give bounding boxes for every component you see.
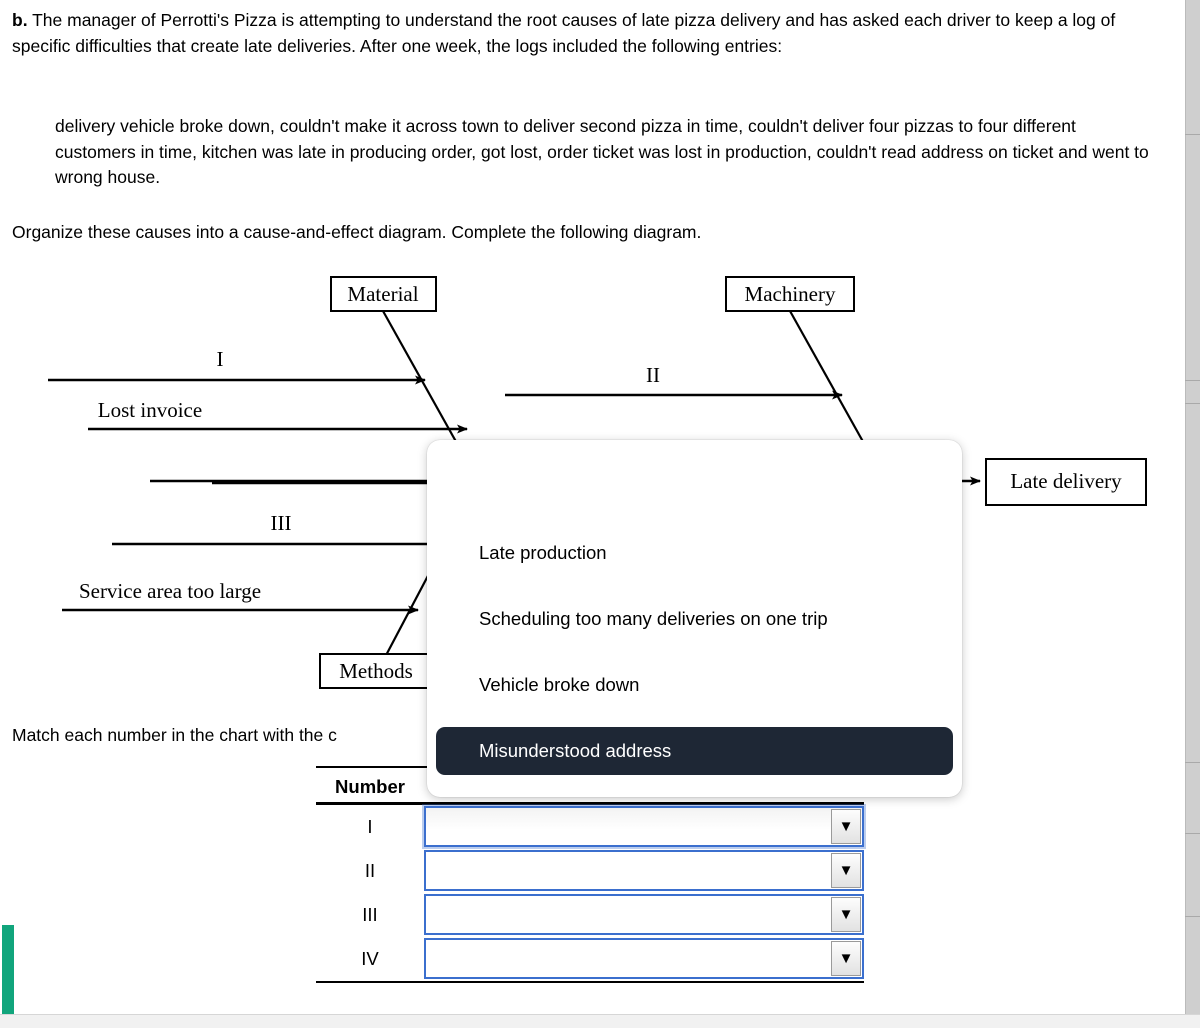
- row-number-4: IV: [361, 948, 379, 969]
- vertical-scrollbar-track[interactable]: [1185, 0, 1200, 1014]
- page-canvas: b. The manager of Perrotti's Pizza is at…: [0, 0, 1200, 1028]
- category-label-methods: Methods: [339, 659, 413, 683]
- category-label-material: Material: [347, 282, 418, 306]
- table-row: IV ▼: [316, 937, 864, 981]
- table-bottom-rule: [316, 981, 864, 983]
- row-number-3: III: [362, 904, 378, 925]
- scrollbar-tick: [1185, 833, 1200, 834]
- dropdown-option-3[interactable]: Misunderstood address: [436, 727, 953, 775]
- category-box-machinery: Machinery: [725, 276, 855, 312]
- effect-box-label: Late delivery: [1010, 469, 1122, 493]
- log-entries-text: delivery vehicle broke down, couldn't ma…: [55, 116, 1149, 187]
- scrollbar-tick: [1185, 134, 1200, 135]
- table-row: II ▼: [316, 849, 864, 893]
- bone-label-1: I: [217, 347, 224, 371]
- scrollbar-tick: [1185, 762, 1200, 763]
- chevron-down-icon[interactable]: ▼: [831, 897, 861, 932]
- organize-instruction-text: Organize these causes into a cause-and-e…: [12, 222, 702, 242]
- category-label-machinery: Machinery: [745, 282, 836, 306]
- dropdown-options-panel[interactable]: Late production Scheduling too many deli…: [427, 440, 962, 797]
- chevron-down-icon[interactable]: ▼: [831, 941, 861, 976]
- table-row: I ▼: [316, 805, 864, 849]
- question-label: b.: [12, 10, 28, 30]
- scrollbar-tick: [1185, 916, 1200, 917]
- column-header-number: Number: [335, 776, 405, 797]
- question-intro-paragraph: b. The manager of Perrotti's Pizza is at…: [12, 8, 1157, 59]
- vertical-scrollbar-thumb[interactable]: [2, 925, 14, 1014]
- category-box-material: Material: [330, 276, 437, 312]
- horizontal-scrollbar[interactable]: [0, 1014, 1200, 1028]
- bone-label-5: Service area too large: [79, 579, 261, 603]
- scrollbar-tick: [1185, 403, 1200, 404]
- cause-select-2[interactable]: ▼: [424, 850, 864, 891]
- cause-select-4[interactable]: ▼: [424, 938, 864, 979]
- cause-select-1[interactable]: ▼: [424, 806, 864, 847]
- row-number-1: I: [367, 816, 373, 837]
- table-row: III ▼: [316, 893, 864, 937]
- dropdown-option-1[interactable]: Scheduling too many deliveries on one tr…: [436, 595, 953, 643]
- chevron-down-icon[interactable]: ▼: [831, 853, 861, 888]
- bone-label-2: Lost invoice: [98, 398, 202, 422]
- category-box-methods: Methods: [319, 653, 433, 689]
- dropdown-option-2[interactable]: Vehicle broke down: [436, 661, 953, 709]
- question-intro-text: The manager of Perrotti's Pizza is attem…: [12, 10, 1116, 56]
- effect-box-late-delivery: Late delivery: [985, 458, 1147, 506]
- scrollbar-tick: [1185, 380, 1200, 381]
- bone-label-4: III: [271, 511, 292, 535]
- row-number-2: II: [364, 860, 376, 881]
- cause-select-3[interactable]: ▼: [424, 894, 864, 935]
- bone-label-3: II: [646, 363, 660, 387]
- dropdown-option-0[interactable]: Late production: [436, 529, 953, 577]
- chevron-down-icon[interactable]: ▼: [831, 809, 861, 844]
